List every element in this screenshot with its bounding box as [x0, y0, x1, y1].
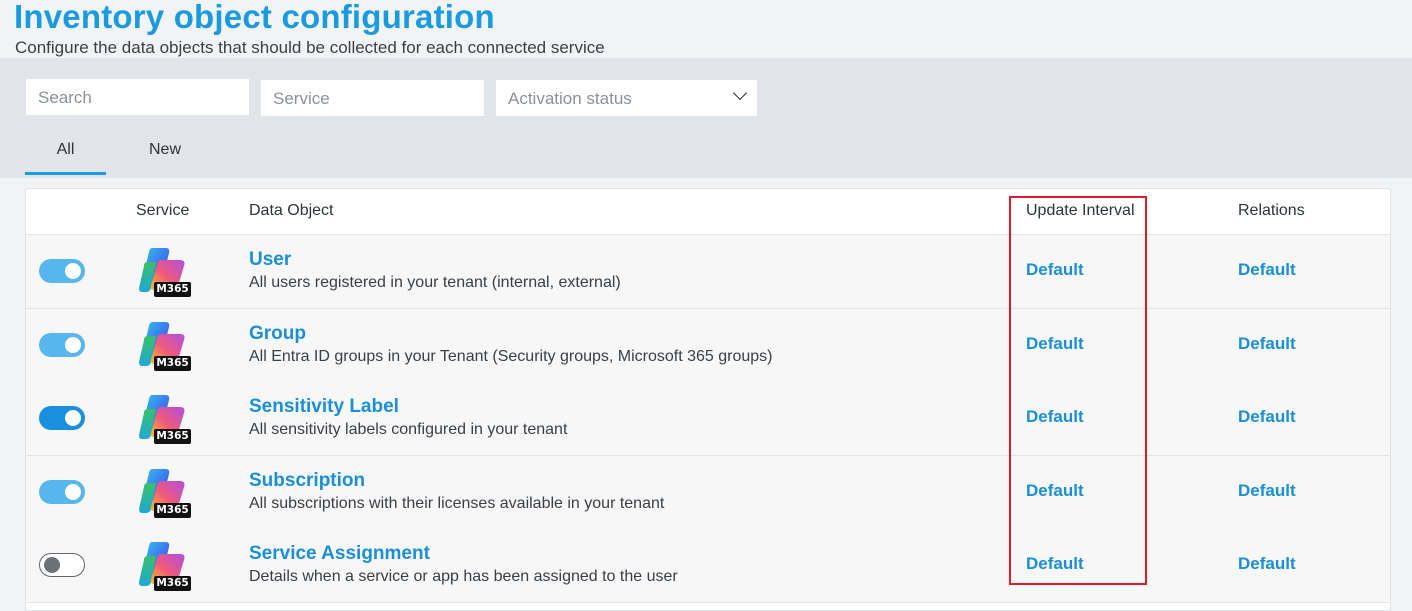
tab-label: All [56, 141, 75, 158]
search-placeholder: Search [38, 88, 92, 107]
data-object-description: All sensitivity labels configured in you… [249, 421, 568, 438]
data-object-title[interactable]: Subscription [249, 470, 365, 492]
data-object-description: All subscriptions with their licenses av… [249, 494, 665, 512]
page-title: Inventory object configuration [14, 0, 495, 35]
m365-logo-icon: M365 [136, 538, 192, 594]
data-object-title[interactable]: Service Assignment [249, 543, 430, 565]
data-object-title[interactable]: User [249, 249, 291, 271]
column-header-service: Service [136, 202, 190, 219]
service-badge: M365 [154, 502, 191, 518]
table-row: M365 User All users registered in your t… [26, 235, 1390, 309]
page-subtitle: Configure the data objects that should b… [15, 38, 605, 57]
chevron-down-icon [732, 85, 748, 101]
tab-label: New [148, 141, 181, 158]
table-header: Service Data Object Update Interval Rela… [26, 189, 1390, 235]
activation-toggle[interactable] [39, 553, 85, 577]
data-object-description: All Entra ID groups in your Tenant (Secu… [249, 347, 773, 365]
data-object-description: Details when a service or app has been a… [249, 568, 678, 585]
service-filter-input[interactable]: Service [261, 80, 484, 116]
toggle-knob [65, 336, 81, 353]
relations-link[interactable]: Default [1238, 334, 1296, 354]
update-interval-link[interactable]: Default [1026, 554, 1084, 574]
toggle-knob [44, 557, 60, 573]
column-header-data-object: Data Object [249, 202, 334, 219]
activation-toggle[interactable] [39, 406, 85, 430]
toggle-knob [65, 410, 81, 426]
service-badge: M365 [154, 282, 191, 297]
activation-toggle[interactable] [39, 332, 85, 357]
relations-link[interactable]: Default [1238, 260, 1296, 280]
table-row: M365 Sensitivity Label All sensitivity l… [26, 382, 1390, 456]
column-header-relations: Relations [1238, 202, 1305, 219]
toggle-knob [65, 483, 81, 500]
service-placeholder: Service [273, 89, 330, 108]
activation-toggle[interactable] [39, 259, 85, 283]
m365-logo-icon: M365 [136, 244, 192, 300]
service-badge: M365 [154, 429, 191, 444]
update-interval-link[interactable]: Default [1026, 334, 1084, 354]
activation-toggle[interactable] [39, 479, 85, 504]
status-placeholder: Activation status [508, 89, 632, 108]
table-row: M365 Service Assignment Details when a s… [26, 529, 1390, 603]
table-row: M365 Group All Entra ID groups in your T… [26, 308, 1390, 383]
update-interval-link[interactable]: Default [1026, 481, 1084, 501]
data-object-title[interactable]: Group [249, 323, 306, 345]
column-header-update-interval: Update Interval [1026, 202, 1135, 219]
service-badge: M365 [154, 355, 191, 371]
toggle-knob [65, 263, 81, 279]
tab-all[interactable]: All [25, 141, 106, 175]
table-row: M365 Subscription All subscriptions with… [26, 455, 1390, 530]
m365-logo-icon: M365 [136, 465, 192, 521]
m365-logo-icon: M365 [136, 391, 192, 447]
data-object-title[interactable]: Sensitivity Label [249, 396, 399, 418]
search-input[interactable]: Search [26, 79, 249, 115]
data-object-description: All users registered in your tenant (int… [249, 274, 621, 291]
filter-panel: Search Service Activation status All New [0, 58, 1412, 178]
activation-status-select[interactable]: Activation status [496, 80, 757, 116]
tab-new[interactable]: New [125, 141, 205, 175]
update-interval-link[interactable]: Default [1026, 407, 1084, 427]
update-interval-link[interactable]: Default [1026, 260, 1084, 280]
service-badge: M365 [154, 576, 191, 591]
m365-logo-icon: M365 [136, 318, 192, 374]
relations-link[interactable]: Default [1238, 554, 1296, 574]
data-object-table: Service Data Object Update Interval Rela… [25, 188, 1391, 611]
relations-link[interactable]: Default [1238, 481, 1296, 501]
relations-link[interactable]: Default [1238, 407, 1296, 427]
